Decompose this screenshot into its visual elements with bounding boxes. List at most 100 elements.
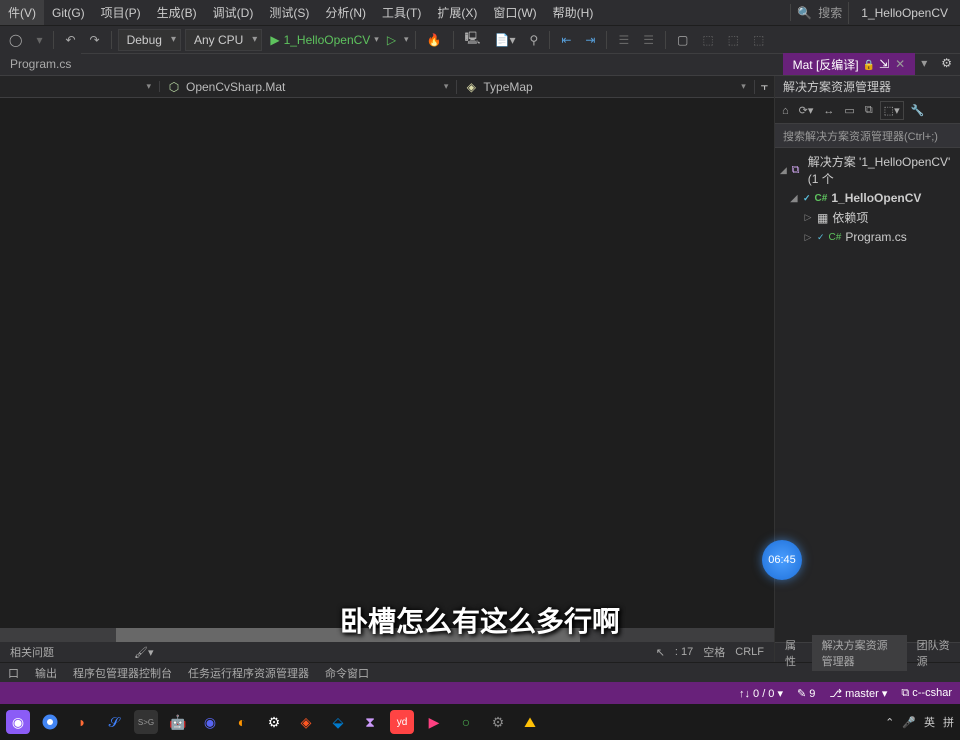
clear-bookmark-icon[interactable]: ⬚	[748, 30, 769, 50]
collapse-icon[interactable]: ◢	[779, 165, 788, 176]
command-window-tab[interactable]: 命令窗口	[317, 663, 377, 683]
prev-bookmark-icon[interactable]: ⬚	[697, 30, 718, 50]
tray-mic-icon[interactable]: 🎤	[902, 716, 916, 729]
brush-icon[interactable]: 🖌▾	[124, 644, 164, 661]
close-icon[interactable]: ✕	[895, 57, 905, 71]
wrench-icon[interactable]: 🔧	[908, 102, 928, 119]
expand-icon[interactable]: ▷	[803, 232, 813, 243]
search-box[interactable]: 🔍 搜索	[790, 4, 848, 21]
add-file-icon[interactable]: 📄▾	[490, 30, 521, 50]
solution-search-input[interactable]: 搜索解决方案资源管理器(Ctrl+;)	[775, 124, 960, 148]
gear-icon[interactable]: ⚙	[933, 53, 960, 75]
run-button[interactable]: ▶ 1_HelloOpenCV ▾	[270, 33, 378, 47]
solution-explorer-tab[interactable]: 解决方案资源管理器	[812, 635, 907, 671]
properties-tab[interactable]: 属性	[775, 635, 812, 671]
taskbar-app-icon[interactable]: ⛰	[518, 710, 542, 734]
menu-build[interactable]: 生成(B)	[149, 0, 205, 25]
code-editor[interactable]	[0, 98, 774, 628]
team-explorer-tab[interactable]: 团队资源	[907, 635, 960, 671]
collapse-icon[interactable]: ◢	[789, 193, 799, 204]
menu-tools[interactable]: 工具(T)	[374, 0, 429, 25]
nav-member-dropdown[interactable]: ◈ TypeMap ▾	[457, 80, 754, 94]
project-node[interactable]: ◢ ✓ C# 1_HelloOpenCV	[775, 189, 960, 207]
tab-program-cs[interactable]: Program.cs	[0, 53, 81, 75]
check-icon: ✓	[803, 193, 811, 204]
showall-icon[interactable]: ▭	[841, 102, 857, 119]
config-dropdown[interactable]: Debug	[118, 29, 181, 51]
menu-view[interactable]: 件(V)	[0, 0, 44, 25]
tab-dropdown-icon[interactable]: ▾	[915, 53, 933, 75]
redo-icon[interactable]: ↷	[85, 30, 105, 50]
group-icon[interactable]: ⬚▾	[880, 101, 904, 120]
window-tab[interactable]: 口	[0, 663, 27, 683]
taskbar-app-icon[interactable]: ◉	[198, 710, 222, 734]
nav-back-icon[interactable]: ◯	[4, 30, 27, 50]
taskbar-chrome-icon[interactable]	[38, 710, 62, 734]
taskbar-app-icon[interactable]: ⚙	[486, 710, 510, 734]
tab-mat-decompiled[interactable]: Mat [反编译] ⇲ ✕	[783, 53, 916, 75]
indent-label[interactable]: 空格	[703, 644, 725, 660]
menu-window[interactable]: 窗口(W)	[485, 0, 544, 25]
taskbar-app-icon[interactable]: ◐	[230, 710, 254, 734]
nav-type-dropdown[interactable]: ⬡ OpenCvSharp.Mat ▾	[160, 80, 457, 94]
run-no-debug-icon[interactable]: ▷	[383, 33, 400, 47]
dependencies-node[interactable]: ▷ ▦ 依赖项	[775, 207, 960, 228]
document-tabs: Program.cs Mat [反编译] ⇲ ✕ ▾ ⚙	[0, 54, 960, 76]
menu-git[interactable]: Git(G)	[44, 2, 93, 24]
undo-icon[interactable]: ↶	[60, 30, 80, 50]
nav-class-dropdown[interactable]: ▾	[0, 81, 160, 92]
taskbar-app-icon[interactable]: S>G	[134, 710, 158, 734]
refresh-icon[interactable]: ⟳▾	[796, 102, 817, 119]
taskbar-app-icon[interactable]: 𝒮	[102, 710, 126, 734]
split-icon[interactable]: ⫟	[755, 79, 774, 94]
taskbar-app-icon[interactable]: 🤖	[166, 710, 190, 734]
status-repo[interactable]: ⧉ c--cshar	[901, 687, 952, 700]
solution-root[interactable]: ◢ ⧉ 解决方案 '1_HelloOpenCV' (1 个	[775, 151, 960, 189]
csharp-file-icon: C#	[829, 232, 842, 243]
status-changes[interactable]: ✎ 9	[797, 687, 815, 700]
nav-fwd-icon[interactable]: ▾	[31, 30, 47, 50]
taskbar-vscode-icon[interactable]: ⬙	[326, 710, 350, 734]
taskbar-app-icon[interactable]: ◉	[6, 710, 30, 734]
browser-dropdown-icon[interactable]: 🖳	[460, 26, 486, 53]
menu-test[interactable]: 测试(S)	[261, 0, 317, 25]
find-icon[interactable]: ⚲	[525, 30, 544, 50]
menu-project[interactable]: 项目(P)	[93, 0, 149, 25]
package-manager-tab[interactable]: 程序包管理器控制台	[65, 663, 180, 683]
ime-indicator[interactable]: 拼	[943, 714, 954, 730]
taskbar-app-icon[interactable]: ◈	[294, 710, 318, 734]
separator	[549, 31, 550, 49]
related-issues-tab[interactable]: 相关问题	[0, 642, 64, 662]
bookmark-icon[interactable]: ▢	[672, 30, 693, 50]
sync-icon[interactable]: ↔	[820, 103, 837, 119]
menu-analyze[interactable]: 分析(N)	[317, 0, 374, 25]
next-bookmark-icon[interactable]: ⬚	[723, 30, 744, 50]
comment-icon[interactable]: ☰	[613, 30, 634, 50]
hot-reload-icon[interactable]: 🔥	[422, 30, 447, 50]
taskbar-app-icon[interactable]: ▶	[422, 710, 446, 734]
indent-icon[interactable]: ⇥	[580, 30, 600, 50]
file-node[interactable]: ▷ ✓ C# Program.cs	[775, 228, 960, 246]
ime-indicator[interactable]: 英	[924, 714, 935, 730]
expand-icon[interactable]: ▷	[803, 212, 813, 223]
taskbar-app-icon[interactable]: ○	[454, 710, 478, 734]
status-nav[interactable]: ↑↓ 0 / 0 ▾	[739, 687, 783, 700]
taskbar-vs-icon[interactable]: ⧗	[358, 710, 382, 734]
menu-extensions[interactable]: 扩展(X)	[429, 0, 485, 25]
taskbar-app-icon[interactable]: yd	[390, 710, 414, 734]
tray-chevron-icon[interactable]: ⌃	[885, 716, 894, 729]
outdent-icon[interactable]: ⇤	[556, 30, 576, 50]
taskbar-steam-icon[interactable]: ⚙	[262, 710, 286, 734]
uncomment-icon[interactable]: ☰	[638, 30, 659, 50]
properties-icon[interactable]: ⧉	[862, 102, 876, 119]
output-tab[interactable]: 输出	[27, 663, 65, 683]
home-icon[interactable]: ⌂	[779, 103, 792, 119]
status-branch[interactable]: ⎇ master ▾	[829, 687, 887, 700]
menu-debug[interactable]: 调试(D)	[205, 0, 262, 25]
lineending-label[interactable]: CRLF	[735, 646, 764, 658]
menu-help[interactable]: 帮助(H)	[545, 0, 602, 25]
taskbar-app-icon[interactable]: ◗	[70, 710, 94, 734]
tab-label: Program.cs	[10, 57, 71, 71]
platform-dropdown[interactable]: Any CPU	[185, 29, 262, 51]
task-runner-tab[interactable]: 任务运行程序资源管理器	[180, 663, 317, 683]
